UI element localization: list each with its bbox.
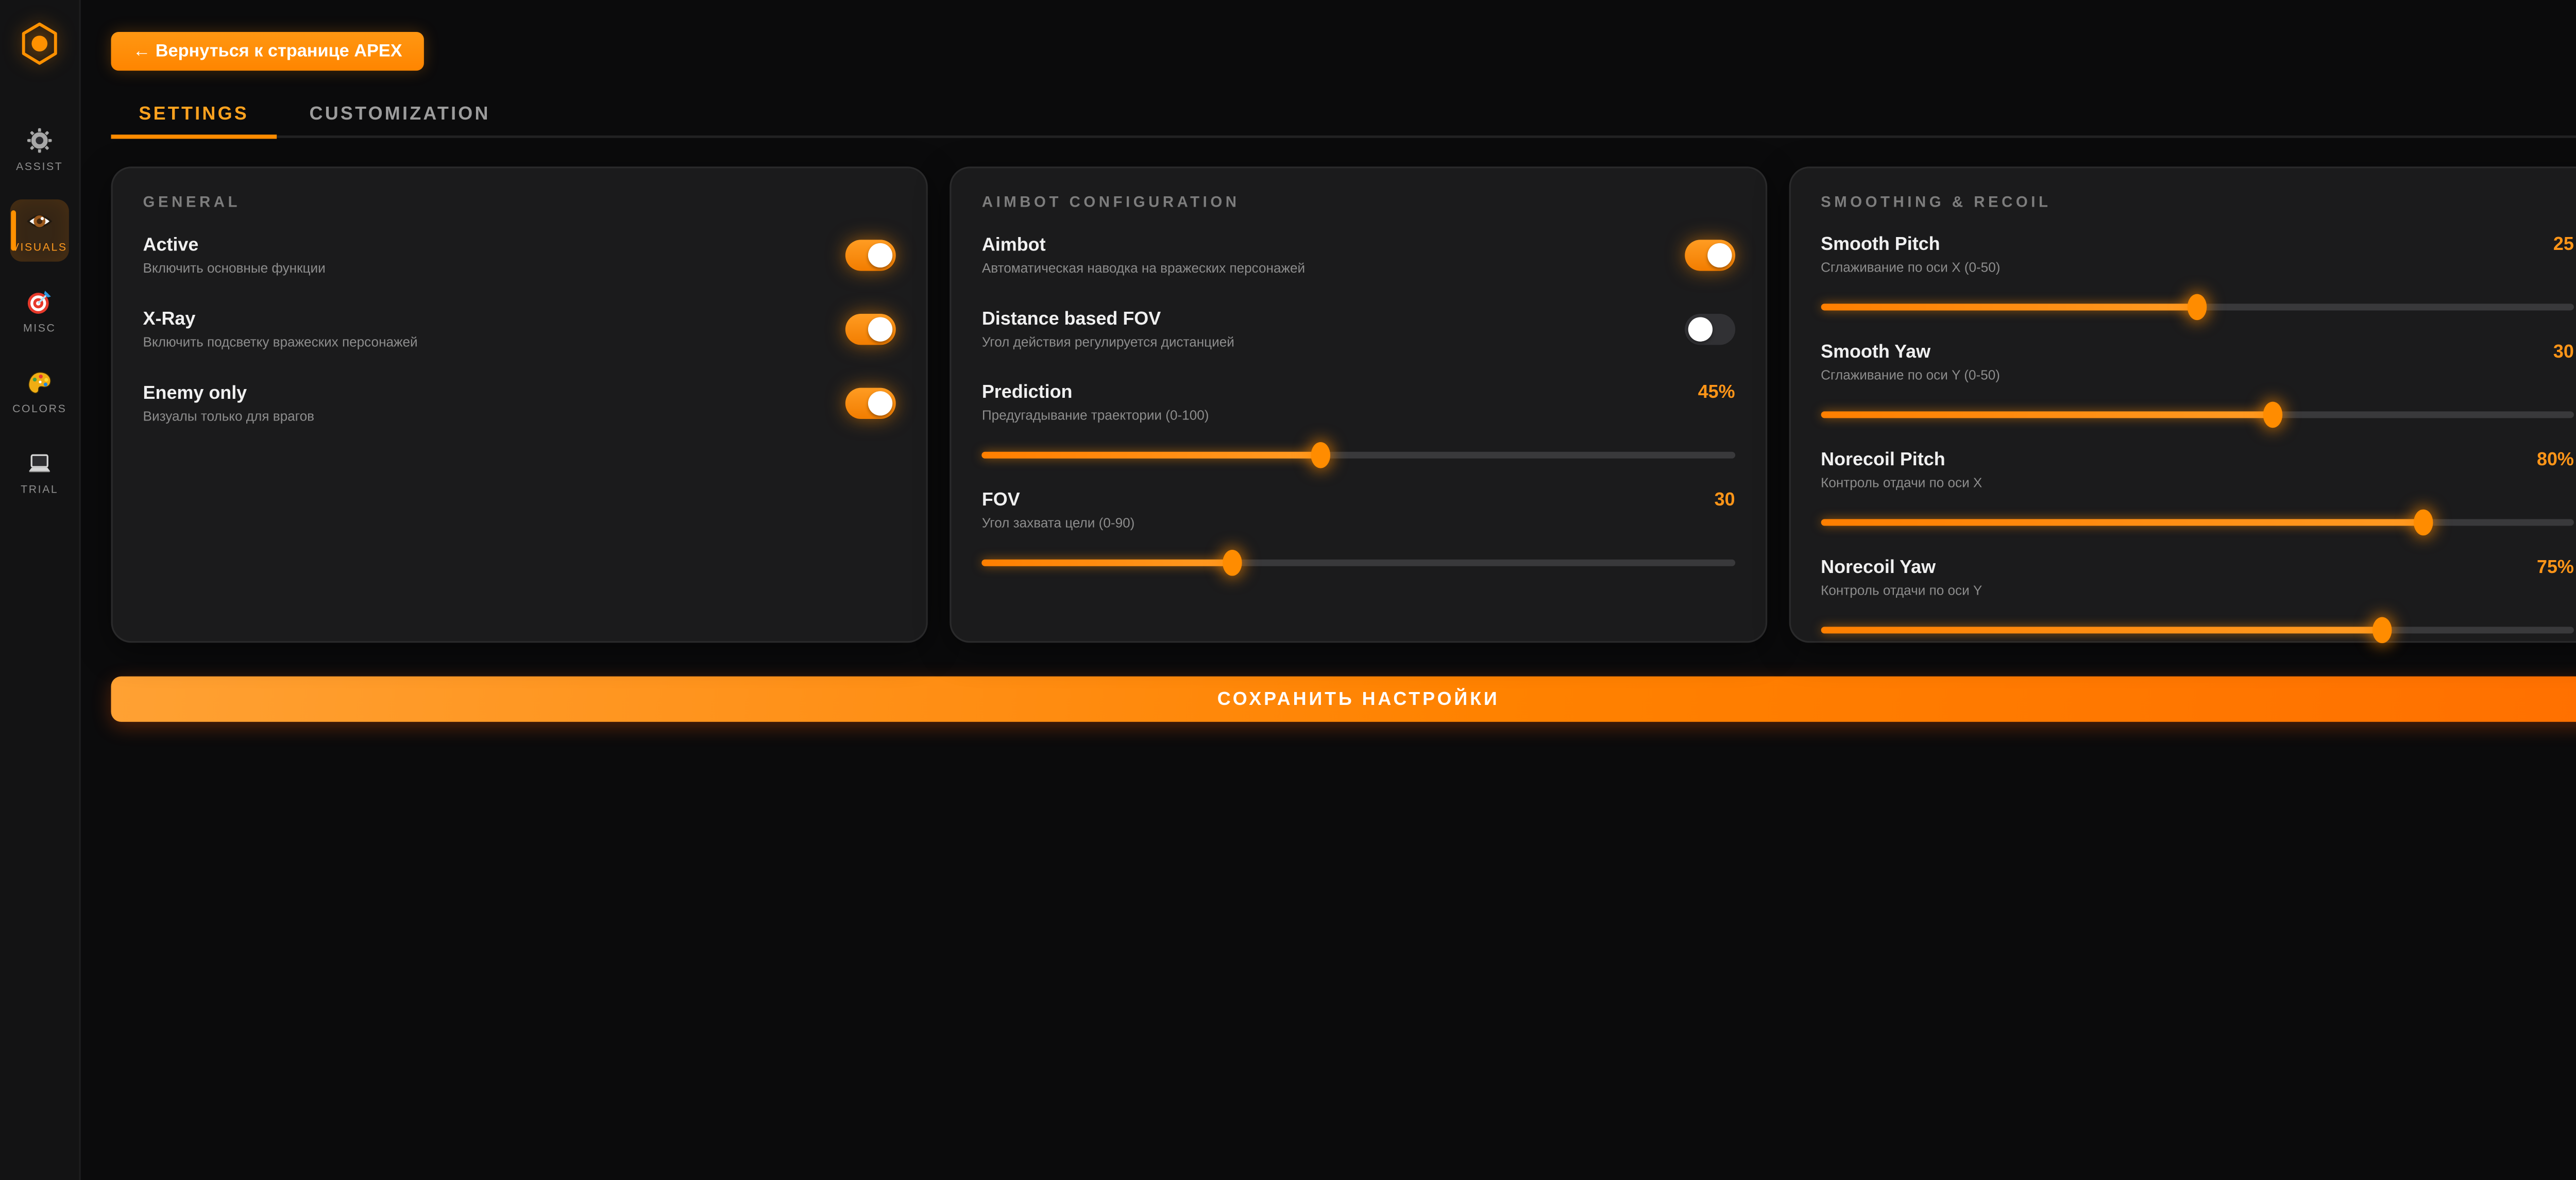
norecoil-pitch-slider[interactable] (1821, 510, 2574, 535)
prediction-slider[interactable] (982, 443, 1735, 468)
aimbot-toggle[interactable] (1685, 239, 1735, 270)
slider-thumb[interactable] (1311, 442, 1331, 468)
sidebar: ASSIST VISUALS (0, 0, 81, 1180)
slider-value: 30 (1715, 489, 1735, 511)
slider-label: Smooth Yaw (1821, 341, 1930, 362)
sidebar-item-label: MISC (23, 322, 56, 334)
slider-fill (1821, 304, 2197, 310)
toggle-row-aimbot: Aimbot Автоматическая наводка на вражеск… (982, 233, 1735, 277)
back-to-apex-button[interactable]: ← Вернуться к странице APEX (111, 32, 425, 71)
slider-fill (1821, 411, 2273, 418)
distance-fov-toggle[interactable] (1685, 313, 1735, 344)
xray-toggle[interactable] (845, 313, 896, 344)
sidebar-item-label: TRIAL (21, 483, 58, 495)
sidebar-item-visuals[interactable]: VISUALS (10, 199, 69, 262)
slider-row-norecoil-yaw: Norecoil Yaw 75% Контроль отдачи по оси … (1821, 556, 2574, 643)
slider-fill (982, 560, 1233, 566)
app-window: ASSIST VISUALS (0, 0, 2576, 1180)
laptop-icon (26, 450, 53, 477)
slider-label: Norecoil Yaw (1821, 556, 1936, 578)
sidebar-item-assist[interactable]: ASSIST (10, 119, 69, 181)
sidebar-item-label: ASSIST (16, 160, 63, 172)
sidebar-nav: ASSIST VISUALS (10, 119, 69, 504)
slider-value: 25 (2553, 233, 2574, 255)
slider-label: Prediction (982, 381, 1073, 403)
slider-desc: Сглаживание по оси Y (0-50) (1821, 368, 2574, 383)
panel-title: GENERAL (143, 194, 896, 211)
toggle-desc: Визуалы только для врагов (143, 409, 314, 424)
slider-thumb[interactable] (2372, 617, 2392, 644)
slider-desc: Сглаживание по оси X (0-50) (1821, 261, 2574, 276)
toggle-label: Enemy only (143, 381, 314, 403)
panel-smoothing-recoil: SMOOTHING & RECOIL Smooth Pitch 25 Сглаж… (1789, 166, 2576, 643)
slider-fill (982, 452, 1321, 459)
gear-icon (26, 127, 53, 154)
toggle-label: Active (143, 233, 326, 255)
toggle-knob (868, 391, 892, 415)
slider-value: 30 (2553, 341, 2574, 362)
toggle-desc: Включить основные функции (143, 261, 326, 276)
toggle-row-enemy-only: Enemy only Визуалы только для врагов (143, 381, 896, 425)
save-settings-button[interactable]: СОХРАНИТЬ НАСТРОЙКИ (111, 677, 2576, 722)
slider-row-fov: FOV 30 Угол захвата цели (0-90) (982, 489, 1735, 576)
panel-title: AIMBOT CONFIGURATION (982, 194, 1735, 211)
toggle-knob (868, 243, 892, 267)
main-content: ← Вернуться к странице APEX SETTINGS CUS… (81, 0, 2576, 1180)
slider-thumb[interactable] (2263, 402, 2282, 428)
slider-fill (1821, 519, 2423, 526)
target-icon (26, 289, 53, 315)
sidebar-item-label: COLORS (12, 402, 66, 414)
slider-desc: Контроль отдачи по оси X (1821, 476, 2574, 491)
toggle-knob (868, 317, 892, 341)
slider-desc: Контроль отдачи по оси Y (1821, 584, 2574, 599)
toggle-row-active: Active Включить основные функции (143, 233, 896, 277)
slider-fill (1821, 627, 2382, 633)
panel-aimbot: AIMBOT CONFIGURATION Aimbot Автоматическ… (950, 166, 1767, 643)
settings-panels: GENERAL Active Включить основные функции… (111, 166, 2576, 643)
app-logo-icon[interactable] (20, 22, 60, 70)
slider-value: 80% (2537, 448, 2574, 470)
toggle-desc: Автоматическая наводка на вражеских перс… (982, 261, 1305, 276)
panel-title: SMOOTHING & RECOIL (1821, 194, 2574, 211)
toggle-knob (1688, 317, 1712, 341)
slider-desc: Предугадывание траектории (0-100) (982, 409, 1735, 424)
panel-general: GENERAL Active Включить основные функции… (111, 166, 928, 643)
slider-thumb[interactable] (2414, 510, 2433, 536)
tab-bar: SETTINGS CUSTOMIZATION (111, 91, 2576, 138)
toggle-row-xray: X-Ray Включить подсветку вражеских персо… (143, 307, 896, 351)
slider-value: 75% (2537, 556, 2574, 578)
toggle-label: X-Ray (143, 308, 418, 329)
slider-value: 45% (1698, 381, 1735, 403)
tab-customization[interactable]: CUSTOMIZATION (282, 91, 518, 139)
slider-label: Smooth Pitch (1821, 233, 1940, 255)
toggle-label: Distance based FOV (982, 308, 1234, 329)
sidebar-item-misc[interactable]: MISC (10, 280, 69, 343)
slider-thumb[interactable] (1223, 550, 1243, 576)
slider-row-prediction: Prediction 45% Предугадывание траектории… (982, 381, 1735, 468)
smooth-yaw-slider[interactable] (1821, 402, 2574, 427)
slider-row-smooth-yaw: Smooth Yaw 30 Сглаживание по оси Y (0-50… (1821, 341, 2574, 427)
slider-thumb[interactable] (2188, 294, 2207, 321)
toggle-row-distance-fov: Distance based FOV Угол действия регулир… (982, 307, 1735, 351)
norecoil-yaw-slider[interactable] (1821, 617, 2574, 643)
active-toggle[interactable] (845, 239, 896, 270)
fov-slider[interactable] (982, 550, 1735, 576)
slider-label: FOV (982, 489, 1020, 511)
toggle-desc: Включить подсветку вражеских персонажей (143, 335, 418, 350)
sidebar-item-colors[interactable]: COLORS (10, 361, 69, 423)
toggle-desc: Угол действия регулируется дистанцией (982, 335, 1234, 350)
toggle-label: Aimbot (982, 233, 1305, 255)
tab-settings[interactable]: SETTINGS (111, 91, 277, 139)
slider-row-smooth-pitch: Smooth Pitch 25 Сглаживание по оси X (0-… (1821, 233, 2574, 319)
eye-icon (26, 208, 53, 234)
toggle-knob (1707, 243, 1732, 267)
sidebar-item-trial[interactable]: TRIAL (10, 442, 69, 504)
slider-row-norecoil-pitch: Norecoil Pitch 80% Контроль отдачи по ос… (1821, 448, 2574, 535)
slider-desc: Угол захвата цели (0-90) (982, 516, 1735, 531)
enemy-only-toggle[interactable] (845, 387, 896, 418)
sidebar-item-label: VISUALS (12, 241, 67, 253)
smooth-pitch-slider[interactable] (1821, 294, 2574, 319)
slider-label: Norecoil Pitch (1821, 448, 1945, 470)
palette-icon (26, 369, 53, 396)
